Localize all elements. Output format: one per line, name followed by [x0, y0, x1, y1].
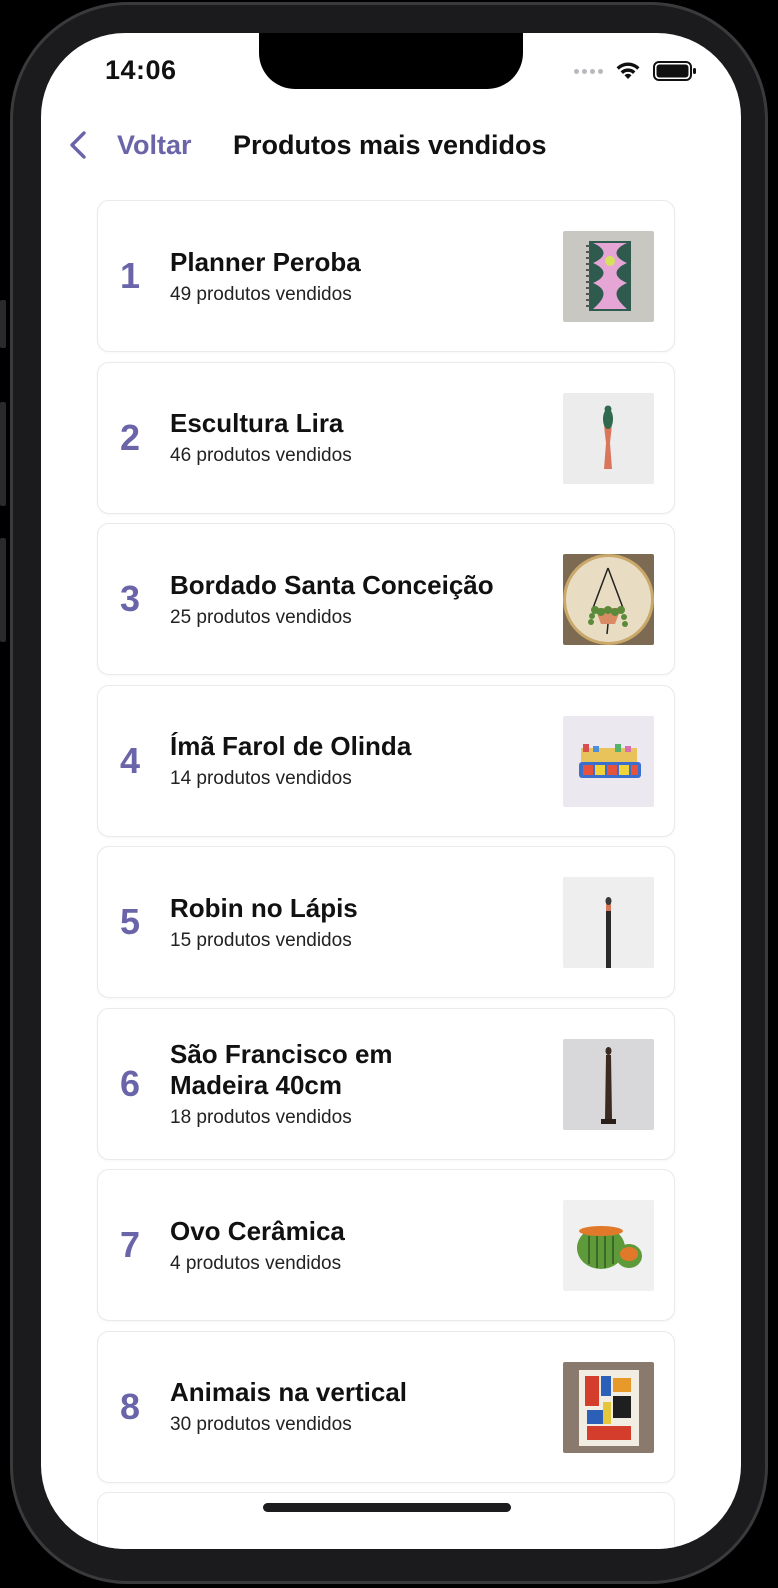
product-info: Bordado Santa Conceição 25 produtos vend…: [170, 524, 494, 674]
product-rank: 3: [119, 578, 141, 619]
product-rank: 7: [119, 1224, 141, 1265]
product-card[interactable]: 4 Ímã Farol de Olinda 14 produtos vendid…: [97, 684, 675, 837]
status-icons: [574, 61, 697, 81]
product-info: Ímã Farol de Olinda 14 produtos vendidos: [170, 686, 411, 836]
product-name: Robin no Lápis: [170, 892, 358, 923]
mute-switch: [0, 300, 6, 348]
product-info: Escultura Lira 46 produtos vendidos: [170, 363, 352, 513]
product-rank: 5: [119, 901, 141, 942]
product-sold-count: 14 produtos vendidos: [170, 768, 352, 789]
product-card[interactable]: 3 Bordado Santa Conceição 25 produtos ve…: [97, 523, 675, 675]
magnet-image: [563, 715, 654, 807]
home-indicator[interactable]: [263, 1503, 511, 1512]
navigation-bar: Voltar Produtos mais vendidos: [41, 123, 741, 167]
product-sold-count: 15 produtos vendidos: [170, 929, 352, 951]
product-sold-count: 18 produtos vendidos: [170, 1106, 352, 1128]
product-name: São Francisco em Madeira 40cm: [170, 1038, 393, 1100]
product-rank: 4: [119, 739, 141, 781]
planner-image: [563, 231, 654, 322]
embroidery-image: [563, 554, 654, 645]
ceramic-egg-image: [563, 1200, 654, 1291]
product-name: Escultura Lira: [170, 408, 344, 438]
status-time: 14:06: [105, 55, 177, 85]
cellular-signal-icon: [574, 68, 603, 74]
product-info: São Francisco em Madeira 40cm 18 produto…: [170, 1009, 430, 1159]
pencil-image: [563, 877, 654, 968]
product-card[interactable]: 5 Robin no Lápis 15 produtos vendidos: [97, 846, 675, 998]
product-name: Animais na vertical: [170, 1377, 407, 1407]
page-title: Produtos mais vendidos: [233, 130, 547, 160]
screen: 14:06 Voltar Produtos mais vendidos 1 Pl…: [41, 33, 741, 1549]
product-name: Planner Peroba: [170, 246, 361, 277]
product-rank: 1: [119, 255, 141, 296]
product-name: Ímã Farol de Olinda: [170, 731, 412, 761]
chevron-left-icon: [70, 131, 86, 159]
device-frame: 14:06 Voltar Produtos mais vendidos 1 Pl…: [0, 0, 778, 1588]
product-name: Ovo Cerâmica: [170, 1215, 345, 1246]
product-name: Bordado Santa Conceição: [170, 569, 494, 600]
product-info: Robin no Lápis 15 produtos vendidos: [170, 847, 358, 997]
sculpture-image: [563, 392, 654, 484]
product-card-partial[interactable]: [97, 1492, 675, 1549]
product-sold-count: 25 produtos vendidos: [170, 606, 352, 628]
volume-up-button: [0, 402, 6, 506]
wood-statue-image: [563, 1038, 654, 1130]
product-card[interactable]: 2 Escultura Lira 46 produtos vendidos: [97, 361, 675, 514]
product-card[interactable]: 8 Animais na vertical 30 produtos vendid…: [97, 1330, 675, 1483]
battery-icon: [653, 61, 697, 81]
product-sold-count: 4 produtos vendidos: [170, 1252, 342, 1274]
product-rank: 2: [119, 416, 141, 458]
product-info: Animais na vertical 30 produtos vendidos: [170, 1332, 407, 1482]
product-sold-count: 46 produtos vendidos: [170, 445, 352, 466]
notch: [259, 33, 523, 89]
product-info: Ovo Cerâmica 4 produtos vendidos: [170, 1170, 345, 1320]
product-rank: 8: [119, 1385, 141, 1427]
volume-down-button: [0, 538, 6, 642]
product-list: 1 Planner Peroba 49 produtos vendidos 2 …: [97, 200, 677, 1549]
product-rank: 6: [119, 1062, 141, 1104]
back-button[interactable]: Voltar: [69, 123, 192, 167]
back-label: Voltar: [117, 129, 192, 160]
wifi-icon: [615, 61, 641, 81]
product-sold-count: 49 produtos vendidos: [170, 283, 352, 305]
product-card[interactable]: 1 Planner Peroba 49 produtos vendidos: [97, 200, 675, 352]
product-info: Planner Peroba 49 produtos vendidos: [170, 201, 361, 351]
product-card[interactable]: 7 Ovo Cerâmica 4 produtos vendidos: [97, 1169, 675, 1321]
painting-image: [563, 1361, 654, 1453]
product-sold-count: 30 produtos vendidos: [170, 1414, 352, 1435]
product-card[interactable]: 6 São Francisco em Madeira 40cm 18 produ…: [97, 1007, 675, 1160]
